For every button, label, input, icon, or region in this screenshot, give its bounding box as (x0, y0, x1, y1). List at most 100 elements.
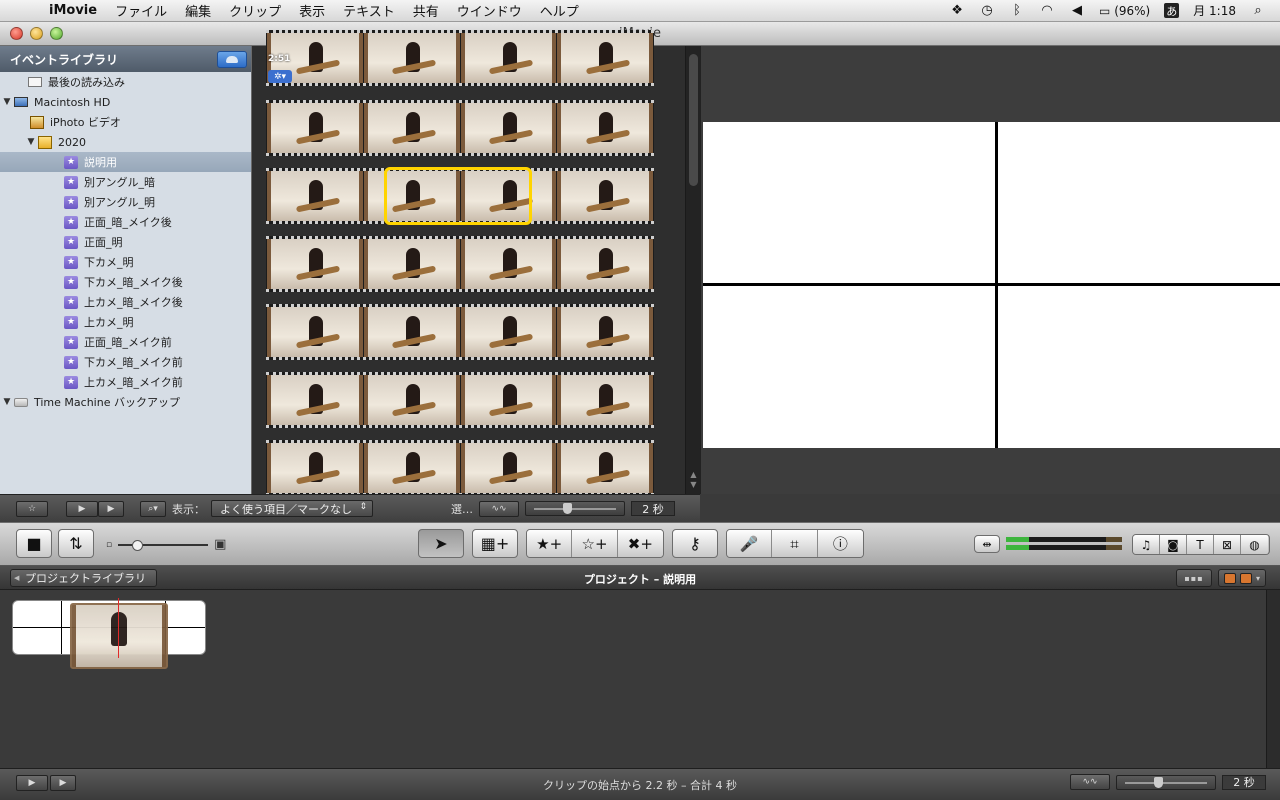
mark-favorite-button[interactable]: ★+ (527, 530, 573, 557)
clip-frame[interactable] (557, 33, 653, 83)
zoom-track[interactable] (118, 539, 209, 551)
title-browser-button[interactable]: T (1187, 535, 1214, 554)
browser-scrollbar[interactable]: ▲ ▼ (685, 46, 700, 494)
crop-button[interactable]: ⌗ (772, 530, 818, 557)
clip-frame[interactable] (557, 375, 653, 425)
event-item[interactable]: ★ 正面_暗_メイク前 (0, 332, 251, 352)
clip-frame[interactable] (460, 239, 557, 289)
zoom-window-button[interactable] (50, 27, 63, 40)
filmstrip-row[interactable] (266, 372, 654, 428)
menu-share[interactable]: 共有 (404, 1, 448, 20)
search-icon[interactable]: ⌕▾ (140, 500, 166, 517)
select-label[interactable]: 選… (451, 501, 473, 517)
show-filter-popup[interactable]: よく使う項目／マークなし (211, 500, 373, 517)
event-item[interactable]: ★ 別アングル_明 (0, 192, 251, 212)
clip-frame[interactable] (363, 307, 460, 357)
event-item[interactable]: ★ 上カメ_暗_メイク後 (0, 292, 251, 312)
menu-help[interactable]: ヘルプ (531, 1, 588, 20)
slider-knob[interactable] (1154, 776, 1163, 788)
project-area[interactable] (0, 590, 1280, 768)
clip-frame[interactable] (363, 239, 460, 289)
clip-zoom-slider[interactable]: ▫ ▣ (106, 537, 226, 552)
clip-frame[interactable] (557, 239, 653, 289)
disclosure-triangle-icon[interactable]: ▼ (0, 97, 14, 107)
project-waveform-toggle-icon[interactable]: ∿∿ (1070, 774, 1110, 790)
project-clip-thumbnail[interactable] (70, 603, 168, 669)
clip-frame[interactable] (557, 171, 653, 221)
clip-frame[interactable] (267, 443, 363, 493)
disclosure-triangle-icon[interactable]: ▼ (24, 137, 38, 147)
map-browser-button[interactable]: ◍ (1241, 535, 1268, 554)
event-item-setsumeiyou[interactable]: ★ 説明用 (0, 152, 251, 172)
clip-frame[interactable] (363, 443, 460, 493)
audio-adjust-button[interactable]: ⇹ (974, 535, 1000, 553)
inspector-button[interactable]: ⓘ (817, 530, 863, 557)
clip-frame[interactable] (557, 307, 653, 357)
filmstrip-row[interactable] (266, 304, 654, 360)
minimize-window-button[interactable] (30, 27, 43, 40)
clip-frame[interactable] (460, 375, 557, 425)
clip-frame[interactable] (363, 375, 460, 425)
event-item[interactable]: ★ 下カメ_暗_メイク前 (0, 352, 251, 372)
menu-file[interactable]: ファイル (106, 1, 176, 20)
select-arrow-button[interactable]: ➤ (418, 529, 464, 558)
slider-knob[interactable] (563, 503, 572, 514)
menu-text[interactable]: テキスト (334, 1, 404, 20)
library-item-iphoto[interactable]: iPhoto ビデオ (0, 112, 251, 132)
menu-window[interactable]: ウインドウ (448, 1, 531, 20)
menu-view[interactable]: 表示 (290, 1, 334, 20)
time-machine-icon[interactable]: ◷ (979, 3, 995, 18)
play-button[interactable]: ▶ (98, 500, 124, 517)
toggle-library-star-icon[interactable]: ☆ (16, 500, 48, 517)
unmark-button[interactable]: ☆+ (572, 530, 618, 557)
spotlight-icon[interactable]: ⌕ (1250, 3, 1266, 18)
filmstrip-row[interactable] (266, 236, 654, 292)
menu-app[interactable]: iMovie (40, 3, 106, 18)
project-layout-toggle-icon[interactable]: ▾ (1218, 569, 1266, 587)
volume-icon[interactable]: ◀ (1069, 3, 1085, 18)
clip-frame[interactable] (460, 443, 557, 493)
input-method-icon[interactable]: あ (1164, 3, 1180, 18)
scroll-arrows-icon[interactable]: ▲ ▼ (686, 470, 701, 490)
event-item[interactable]: ★ 正面_明 (0, 232, 251, 252)
add-to-project-button[interactable]: ▦+ (472, 529, 518, 558)
clip-frame[interactable] (460, 103, 557, 153)
clip-frame[interactable] (267, 171, 363, 221)
reject-button[interactable]: ✖+ (617, 530, 663, 557)
clip-frame[interactable] (557, 443, 653, 493)
clip-frame[interactable] (363, 103, 460, 153)
clip-frame[interactable] (557, 103, 653, 153)
dropbox-icon[interactable]: ❖ (949, 3, 965, 18)
keyword-button[interactable]: ⚷ (672, 529, 718, 558)
event-item[interactable]: ★ 上カメ_暗_メイク前 (0, 372, 251, 392)
clip-frame[interactable] (267, 103, 363, 153)
event-browser[interactable]: 2:51 ✲▾ ▲ ▼ (252, 30, 700, 496)
show-drives-button[interactable] (217, 50, 247, 68)
event-item[interactable]: ★ 下カメ_明 (0, 252, 251, 272)
play-fullscreen-button[interactable]: ▶ (66, 500, 98, 517)
menu-clock[interactable]: 月 1:18 (1193, 2, 1236, 19)
swap-events-projects-button[interactable]: ⇅ (58, 529, 94, 558)
filmstrip-row[interactable] (266, 100, 654, 156)
scrollbar-thumb[interactable] (689, 54, 698, 186)
menu-clip[interactable]: クリップ (220, 1, 290, 20)
photo-browser-button[interactable]: ◙ (1160, 535, 1187, 554)
thumbnail-duration-slider[interactable] (525, 501, 625, 516)
filmstrip-row[interactable] (266, 440, 654, 496)
close-window-button[interactable] (10, 27, 23, 40)
library-item-2020[interactable]: ▼ 2020 (0, 132, 251, 152)
clip-frame[interactable] (460, 33, 557, 83)
clip-frame[interactable] (267, 239, 363, 289)
menu-edit[interactable]: 編集 (176, 1, 220, 20)
bluetooth-icon[interactable]: ᛒ (1009, 3, 1025, 18)
music-browser-button[interactable]: ♫ (1133, 535, 1160, 554)
library-item-macintosh-hd[interactable]: ▼ Macintosh HD (0, 92, 251, 112)
project-thumbnail-slider[interactable] (1116, 774, 1216, 790)
event-item[interactable]: ★ 下カメ_暗_メイク後 (0, 272, 251, 292)
clip-frame[interactable] (267, 375, 363, 425)
camera-import-button[interactable]: ■ (16, 529, 52, 558)
transition-browser-button[interactable]: ⊠ (1214, 535, 1241, 554)
wifi-icon[interactable]: ◠ (1039, 3, 1055, 18)
clip-frame[interactable] (460, 307, 557, 357)
viewer-screen[interactable] (703, 122, 1280, 448)
